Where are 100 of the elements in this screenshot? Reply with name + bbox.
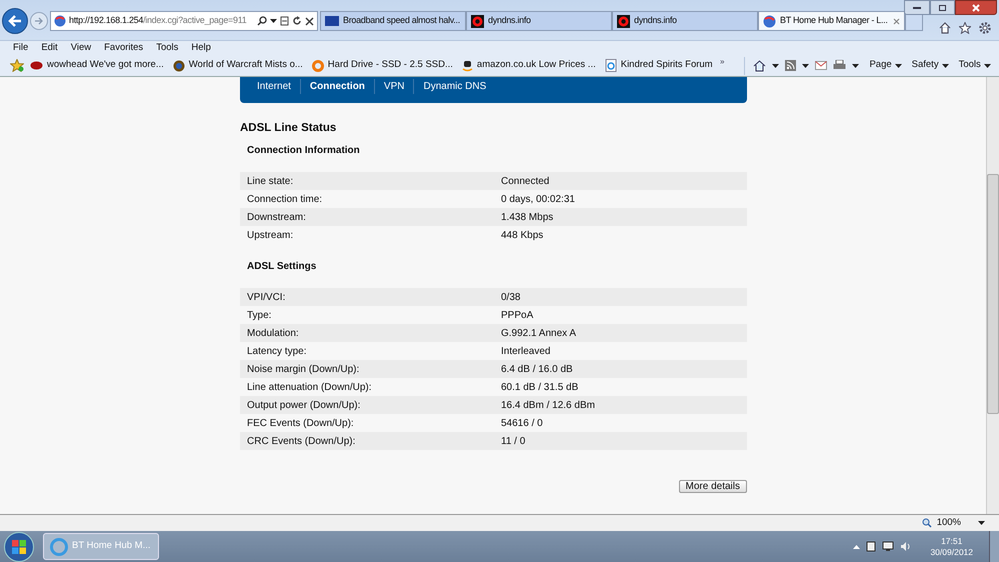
menu-item[interactable]: Edit: [41, 40, 58, 56]
command-menu[interactable]: Page: [869, 58, 902, 73]
field-label: Downstream:: [246, 210, 307, 224]
page-title: ADSL Line Status: [240, 121, 338, 136]
network-icon[interactable]: [882, 541, 894, 552]
windows-logo-icon: [11, 538, 27, 554]
favorite-link[interactable]: amazon.co.uk Low Prices ...: [462, 58, 596, 73]
star-icon[interactable]: [959, 22, 971, 34]
start-button[interactable]: [4, 532, 34, 562]
refresh-icon[interactable]: [292, 16, 302, 26]
caret-icon: [852, 64, 860, 68]
command-menu[interactable]: Safety: [912, 58, 949, 73]
tab-title: BT Home Hub Manager - L...: [780, 14, 889, 28]
zoom-level[interactable]: 100%: [936, 516, 961, 530]
caret-icon: [984, 64, 991, 68]
field-value: PPPoA: [501, 308, 534, 322]
field-label: Upstream:: [246, 228, 294, 242]
field-label: Noise margin (Down/Up):: [246, 362, 360, 376]
caret-icon: [772, 64, 780, 68]
globe-icon: [54, 15, 66, 27]
field-label: Type:: [246, 308, 272, 322]
close-icon: [972, 4, 980, 12]
back-button[interactable]: [2, 8, 28, 34]
restore-button[interactable]: [930, 0, 955, 15]
browser-tab[interactable]: Broadband speed almost halv...: [320, 11, 466, 31]
mail-icon[interactable]: [815, 61, 828, 70]
field-value: 6.4 dB / 16.0 dB: [501, 362, 573, 376]
search-icon[interactable]: [257, 16, 267, 26]
field-label: VPI/VCI:: [246, 290, 286, 304]
browser-tab[interactable]: BT Home Hub Manager - L...: [758, 11, 905, 31]
field-value: 54616 / 0: [501, 416, 543, 430]
e-logo-icon: [312, 60, 324, 72]
field-value: Interleaved: [501, 344, 550, 358]
clock-time: 17:51: [941, 536, 962, 546]
menu-item[interactable]: Help: [191, 40, 211, 56]
nav-tab[interactable]: Connection: [300, 79, 374, 94]
field-label: Modulation:: [246, 326, 300, 340]
forward-arrow-icon: [34, 17, 44, 25]
favorite-link[interactable]: Kindred Spirits Forum: [604, 58, 713, 73]
field-value: Connected: [501, 174, 550, 188]
field-value: 11 / 0: [501, 434, 526, 448]
settings-icon[interactable]: [979, 22, 991, 34]
favorite-link[interactable]: World of Warcraft Mists o...: [172, 58, 303, 73]
speaker-icon[interactable]: [900, 541, 912, 552]
tab-title: Broadband speed almost halv...: [343, 14, 461, 28]
device-icon[interactable]: [866, 541, 876, 552]
field-value: G.992.1 Annex A: [501, 326, 576, 340]
printer-icon[interactable]: [833, 60, 846, 71]
field-value: 0 days, 00:02:31: [501, 192, 575, 206]
compatibility-icon[interactable]: [280, 16, 289, 26]
globe-icon: [763, 14, 776, 28]
close-icon[interactable]: [305, 16, 314, 26]
field-label: Latency type:: [246, 344, 308, 358]
bt-logo-icon: [325, 16, 339, 26]
overflow-chevron[interactable]: »: [720, 56, 724, 68]
section-heading: Connection Information: [246, 144, 361, 158]
caret-icon: [802, 64, 810, 68]
favorites-star-icon[interactable]: [10, 59, 24, 72]
field-label: Line attenuation (Down/Up):: [246, 380, 373, 394]
home-icon[interactable]: [939, 22, 951, 34]
field-label: CRC Events (Down/Up):: [246, 434, 356, 448]
menu-item[interactable]: Favorites: [104, 40, 144, 56]
nav-tab[interactable]: Dynamic DNS: [413, 79, 496, 94]
back-arrow-icon: [8, 15, 22, 27]
lifebuoy-icon: [617, 14, 630, 28]
tray-arrow-icon[interactable]: [853, 544, 860, 548]
minimize-button[interactable]: [904, 0, 930, 15]
nav-tab[interactable]: VPN: [374, 79, 414, 94]
field-label: Line state:: [246, 174, 294, 188]
favorite-link[interactable]: Hard Drive - SSD - 2.5 SSD...: [312, 58, 453, 73]
menu-item[interactable]: View: [70, 40, 92, 56]
more-details-button[interactable]: More details: [678, 480, 747, 493]
page-icon: [604, 59, 617, 72]
tab-title: dyndns.info: [634, 14, 678, 28]
show-desktop-button[interactable]: [989, 531, 999, 562]
caret-icon: [942, 64, 949, 68]
browser-tab[interactable]: dyndns.info: [612, 11, 758, 31]
address-bar[interactable]: http://192.168.1.254/index.cgi?active_page=911: [50, 11, 318, 31]
field-value: 448 Kbps: [501, 228, 544, 242]
field-value: 16.4 dBm / 12.6 dBm: [501, 398, 595, 412]
home-icon[interactable]: [753, 60, 766, 72]
browser-tab[interactable]: dyndns.info: [466, 11, 612, 31]
scrollbar[interactable]: [986, 77, 999, 514]
field-value: 1.438 Mbps: [501, 210, 554, 224]
close-button[interactable]: [955, 0, 997, 15]
field-label: Output power (Down/Up):: [246, 398, 362, 412]
menu-item[interactable]: File: [13, 40, 28, 56]
field-value: 0/38: [501, 290, 520, 304]
field-label: Connection time:: [246, 192, 324, 206]
feed-icon[interactable]: [785, 60, 796, 71]
address-text: http://192.168.1.254/index.cgi?active_page=911: [69, 14, 246, 28]
field-value: 60.1 dB / 31.5 dB: [501, 380, 578, 394]
clock-date: 30/09/2012: [930, 546, 973, 558]
nav-tab[interactable]: Internet: [248, 79, 300, 94]
zoom-icon: [922, 518, 932, 528]
favorite-link[interactable]: wowhead We've got more...: [30, 58, 164, 73]
tab-title: dyndns.info: [488, 14, 532, 28]
menu-item[interactable]: Tools: [156, 40, 178, 56]
command-menu[interactable]: Tools: [958, 58, 991, 73]
smile-icon: [462, 60, 473, 72]
